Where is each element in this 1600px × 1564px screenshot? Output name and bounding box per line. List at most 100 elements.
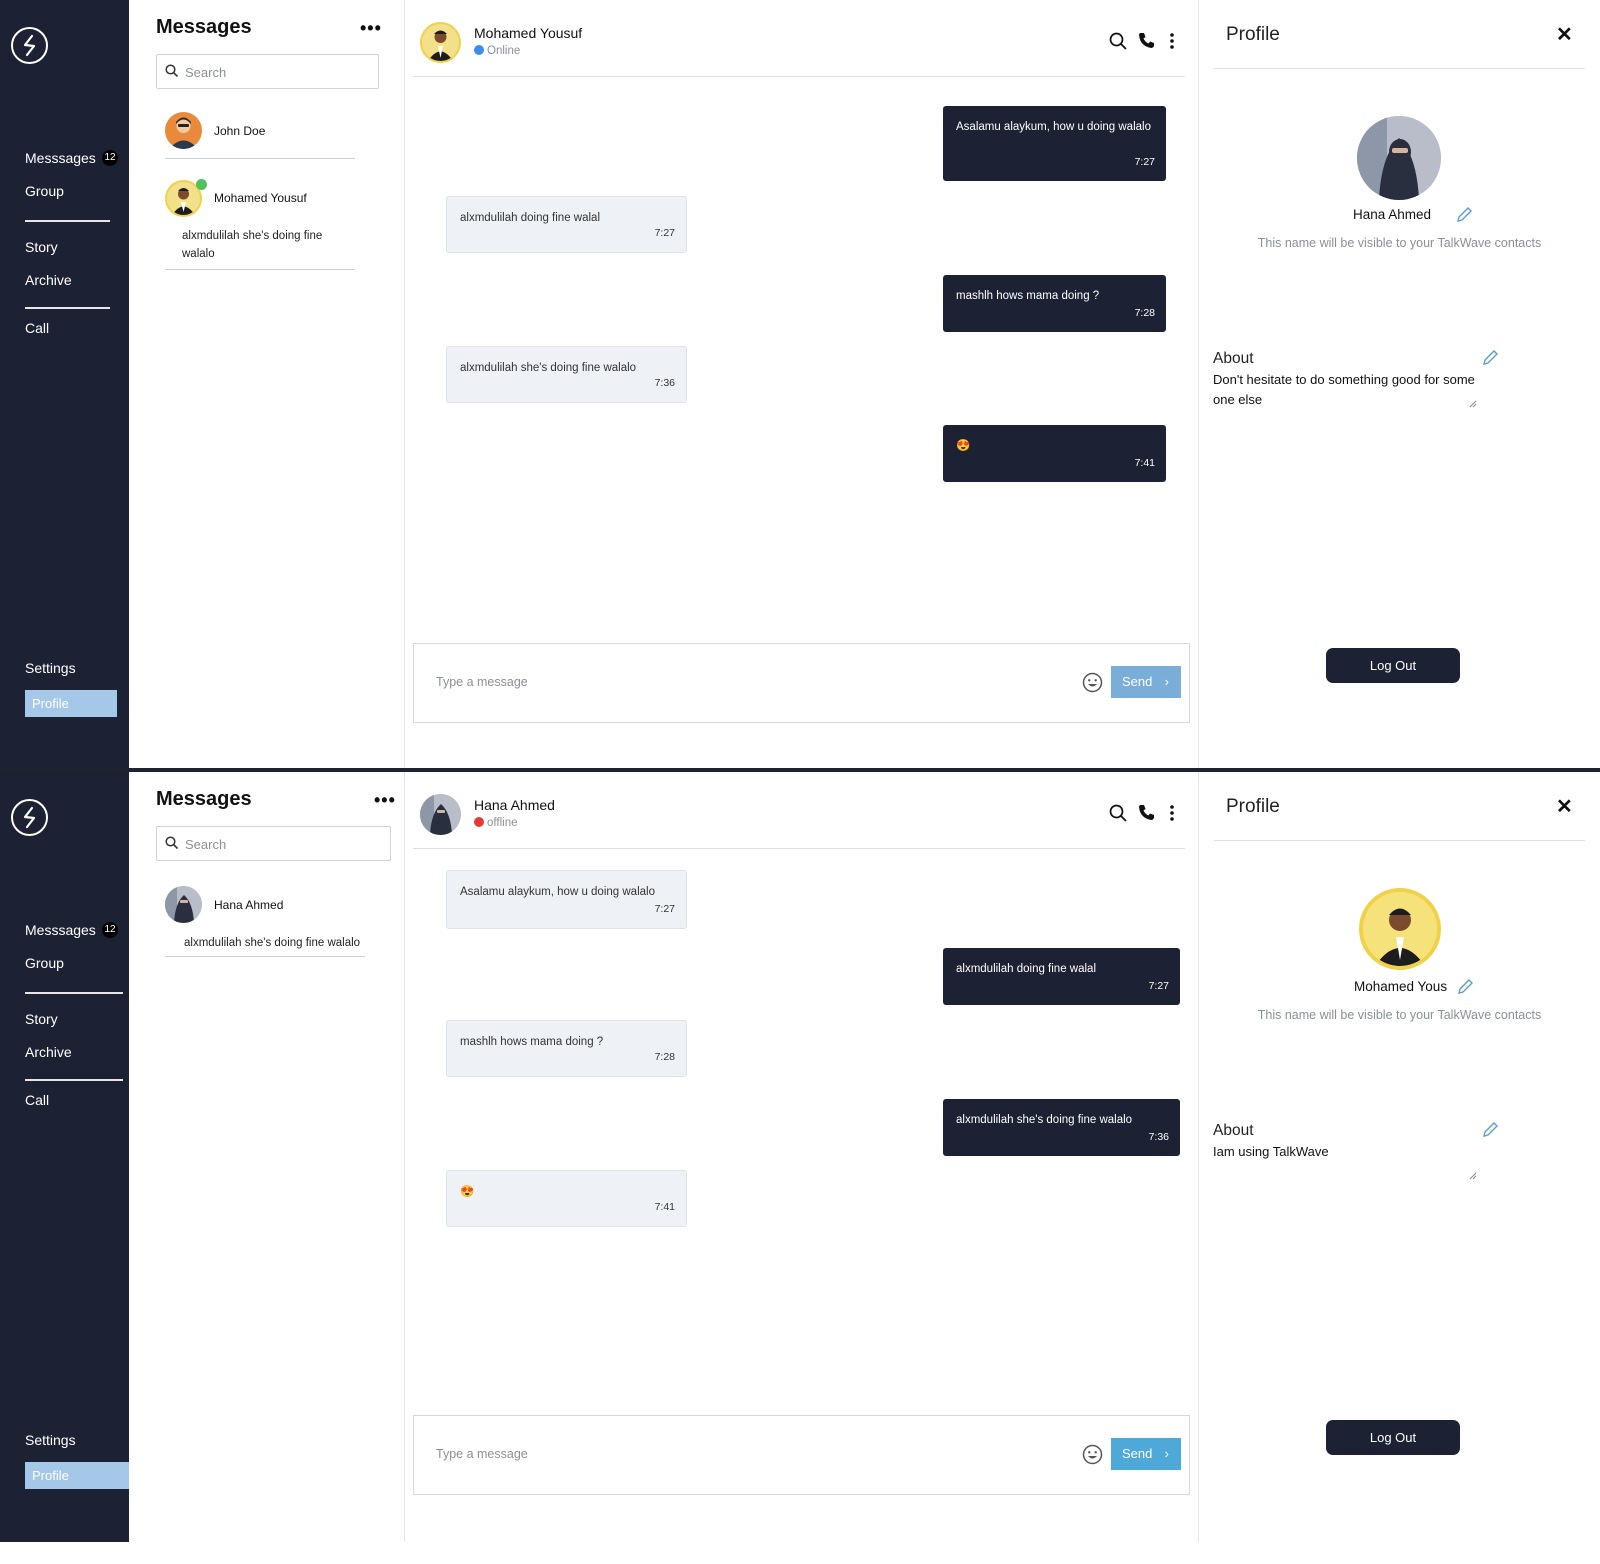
more-options-icon[interactable]: ••• xyxy=(374,790,396,811)
search-icon[interactable] xyxy=(1109,32,1127,50)
nav-messages[interactable]: Messsages xyxy=(25,922,96,938)
contact-preview: alxmdulilah she's doing fine walalo xyxy=(182,230,323,260)
nav-messages[interactable]: Messsages xyxy=(25,150,96,166)
search-box[interactable] xyxy=(156,826,391,861)
message-time: 7:41 xyxy=(1134,457,1155,469)
search-input[interactable] xyxy=(185,834,370,854)
profile-divider xyxy=(1214,68,1585,69)
message-time: 7:28 xyxy=(654,1051,675,1063)
status-text: offline xyxy=(487,817,518,829)
edit-name-pencil-icon[interactable] xyxy=(1455,206,1473,224)
nav-call[interactable]: Call xyxy=(25,320,49,336)
message-bubble[interactable]: Asalamu alaykum, how u doing walalo 7:27 xyxy=(446,870,687,929)
message-bubble[interactable]: 😍 7:41 xyxy=(943,425,1166,482)
nav-divider xyxy=(25,220,110,222)
message-bubble[interactable]: 😍 7:41 xyxy=(446,1170,687,1227)
nav-profile[interactable]: Profile xyxy=(25,690,117,717)
nav-story[interactable]: Story xyxy=(25,1011,58,1027)
logout-button[interactable]: Log Out xyxy=(1326,648,1460,683)
status-dot xyxy=(474,817,484,827)
textarea-resize-handle-icon[interactable] xyxy=(1469,400,1477,408)
message-time: 7:41 xyxy=(654,1201,675,1213)
contact-name: Hana Ahmed xyxy=(214,898,284,912)
nav-story[interactable]: Story xyxy=(25,239,58,255)
about-label: About xyxy=(1213,1122,1254,1139)
nav-divider xyxy=(25,992,123,994)
close-icon[interactable]: ✕ xyxy=(1556,794,1573,819)
emoji-icon[interactable] xyxy=(1082,672,1103,693)
contact-name: John Doe xyxy=(214,124,266,138)
chat-panel: Hana Ahmed offline Asalamu alaykum, how … xyxy=(405,772,1199,1542)
nav-group[interactable]: Group xyxy=(25,955,64,971)
message-time: 7:27 xyxy=(654,903,675,915)
nav-archive[interactable]: Archive xyxy=(25,272,72,288)
nav-profile[interactable]: Profile xyxy=(25,1462,129,1489)
chat-panel: Mohamed Yousuf Online Asalamu alaykum, h… xyxy=(405,0,1199,770)
chat-status: Online xyxy=(474,45,520,57)
message-composer: Send › xyxy=(413,643,1190,723)
profile-panel: Profile ✕ Mohamed Yousuf This name will … xyxy=(1199,772,1600,1542)
about-text[interactable]: Iam using TalkWave xyxy=(1213,1142,1475,1162)
screen-top: Messsages 12 Group Story Archive Call Se… xyxy=(0,0,1600,770)
message-bubble[interactable]: mashlh hows mama doing ? 7:28 xyxy=(943,275,1166,332)
send-label: Send xyxy=(1122,1446,1153,1461)
list-separator xyxy=(165,269,355,270)
profile-name-hint: This name will be visible to your TalkWa… xyxy=(1257,236,1542,250)
profile-avatar[interactable] xyxy=(1359,888,1441,970)
online-indicator xyxy=(196,179,207,190)
profile-name-hint: This name will be visible to your TalkWa… xyxy=(1257,1008,1542,1022)
app-logo-icon[interactable] xyxy=(11,27,48,64)
profile-name: Mohamed Yousuf xyxy=(1354,979,1447,994)
more-vertical-icon[interactable] xyxy=(1169,804,1175,822)
message-time: 7:36 xyxy=(1148,1131,1169,1143)
profile-title: Profile xyxy=(1226,796,1280,817)
message-bubble[interactable]: alxmdulilah she's doing fine walalo 7:36 xyxy=(446,346,687,403)
phone-icon[interactable] xyxy=(1138,32,1155,49)
edit-about-pencil-icon[interactable] xyxy=(1481,1121,1499,1139)
search-input[interactable] xyxy=(185,62,370,82)
send-button[interactable]: Send › xyxy=(1111,1438,1181,1470)
about-text[interactable]: Don't hesitate to do something good for … xyxy=(1213,370,1475,410)
nav-settings[interactable]: Settings xyxy=(25,660,76,676)
message-text: alxmdulilah she's doing fine walalo xyxy=(460,362,637,374)
nav-archive[interactable]: Archive xyxy=(25,1044,72,1060)
list-separator xyxy=(165,158,355,159)
logout-button[interactable]: Log Out xyxy=(1326,1420,1460,1455)
message-text: alxmdulilah doing fine walal xyxy=(956,963,1096,975)
close-icon[interactable]: ✕ xyxy=(1556,22,1573,47)
message-input[interactable] xyxy=(436,1444,1036,1464)
profile-avatar[interactable] xyxy=(1357,116,1441,200)
nav-call[interactable]: Call xyxy=(25,1092,49,1108)
profile-divider xyxy=(1214,840,1585,841)
search-icon xyxy=(165,836,179,850)
emoji-icon[interactable] xyxy=(1082,1444,1103,1465)
chat-avatar[interactable] xyxy=(420,22,461,63)
message-bubble[interactable]: mashlh hows mama doing ? 7:28 xyxy=(446,1020,687,1077)
message-text: mashlh hows mama doing ? xyxy=(956,290,1100,302)
status-text: Online xyxy=(487,45,521,57)
edit-name-pencil-icon[interactable] xyxy=(1456,978,1474,996)
textarea-resize-handle-icon[interactable] xyxy=(1469,1172,1477,1180)
message-input[interactable] xyxy=(436,672,1036,692)
about-label: About xyxy=(1213,350,1254,367)
search-icon[interactable] xyxy=(1109,804,1127,822)
conversation-list-panel: Messages ••• Hana Ahmed alxmdulilah she'… xyxy=(129,772,405,1542)
message-bubble[interactable]: alxmdulilah doing fine walal 7:27 xyxy=(446,196,687,253)
nav-group[interactable]: Group xyxy=(25,183,64,199)
edit-about-pencil-icon[interactable] xyxy=(1481,349,1499,367)
phone-icon[interactable] xyxy=(1138,804,1155,821)
header-divider xyxy=(413,848,1185,849)
nav-settings[interactable]: Settings xyxy=(25,1432,76,1448)
message-bubble[interactable]: alxmdulilah doing fine walal 7:27 xyxy=(943,948,1180,1005)
message-bubble[interactable]: Asalamu alaykum, how u doing walalo 7:27 xyxy=(943,106,1166,181)
profile-name: Hana Ahmed xyxy=(1353,207,1432,222)
messages-count-badge: 12 xyxy=(102,150,118,166)
more-vertical-icon[interactable] xyxy=(1169,32,1175,50)
more-options-icon[interactable]: ••• xyxy=(360,18,382,39)
send-button[interactable]: Send › xyxy=(1111,666,1181,698)
message-bubble[interactable]: alxmdulilah she's doing fine walalo 7:36 xyxy=(943,1099,1180,1156)
search-box[interactable] xyxy=(156,54,379,89)
list-separator xyxy=(165,956,365,957)
chat-avatar[interactable] xyxy=(420,794,461,835)
app-logo-icon[interactable] xyxy=(11,799,48,836)
